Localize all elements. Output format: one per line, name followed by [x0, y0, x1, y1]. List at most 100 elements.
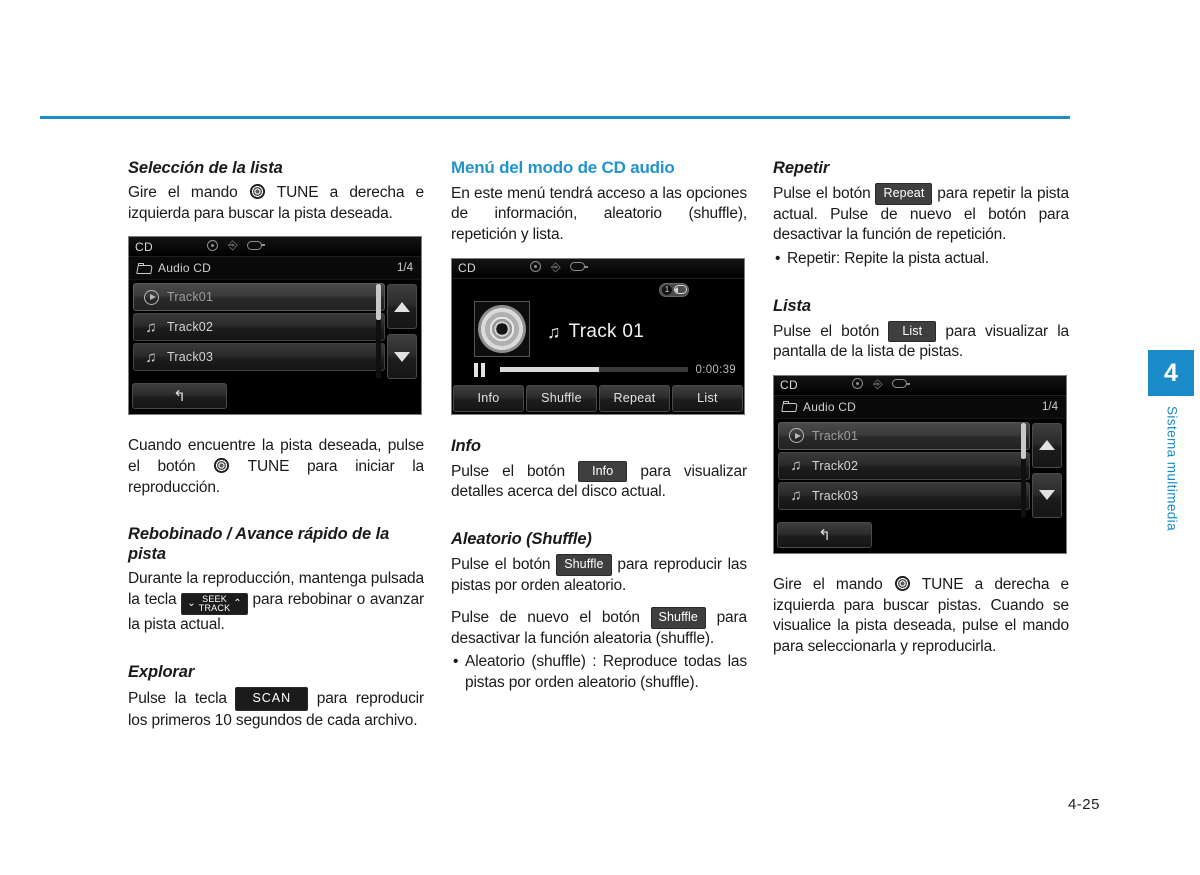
triangle-up-icon: [394, 301, 410, 312]
disc-icon: [530, 261, 541, 273]
status-icon-group: ⎆: [207, 238, 265, 253]
tune-knob-icon: [249, 184, 265, 200]
source-label: CD: [780, 378, 798, 393]
page-count: 1/4: [1042, 400, 1058, 413]
progress-bar[interactable]: [500, 367, 688, 373]
aux-icon: [246, 240, 265, 250]
heading-rebobinado-avance-rapido: Rebobinado / Avance rápido de la pista: [128, 525, 390, 564]
shuffle-button[interactable]: Shuffle: [526, 384, 597, 412]
scrollbar-thumb[interactable]: [1021, 422, 1026, 459]
triangle-up-icon: [1039, 440, 1055, 451]
heading-explorar: Explorar: [128, 663, 195, 682]
aux-icon: [569, 262, 588, 272]
text-fragment: Pulse el botón: [451, 556, 557, 574]
paragraph-tune-buscar-pistas: Gire el mando TUNE a derecha e izquierda…: [773, 575, 1069, 657]
now-playing: ♫ Track 01: [547, 321, 644, 343]
chapter-number: 4: [1148, 350, 1194, 396]
status-icon-group: ⎆: [530, 259, 588, 274]
folder-icon: [137, 262, 152, 274]
transport-row: 0:00:39: [452, 360, 744, 380]
list-key: List: [888, 320, 937, 343]
manual-page: Selección de la lista Gire el mando TUNE…: [0, 0, 1200, 875]
chapter-label: Sistema multimedia: [1164, 406, 1180, 531]
play-icon: [140, 289, 162, 305]
table-row[interactable]: Track01: [133, 283, 385, 312]
triangle-down-icon: [1039, 490, 1055, 501]
page-number: 4-25: [1067, 796, 1100, 813]
aux-icon: [891, 379, 910, 389]
repeat-count: 1: [662, 284, 672, 295]
usb-icon: ⎆: [551, 259, 561, 274]
table-row[interactable]: ♫ Track02: [133, 313, 385, 342]
screenshot-track-list-left: CD ⎆ Audio CD 1/4 Track01 ♫ Track02 ♫ Tr…: [128, 236, 422, 416]
seek-track-key: ⌄ SEEK TRACK ⌃: [181, 592, 248, 616]
progress-fill: [500, 367, 600, 373]
scrollbar[interactable]: [1021, 422, 1026, 517]
table-row[interactable]: ♫ Track03: [133, 343, 385, 372]
back-arrow-icon: ↰: [173, 388, 186, 406]
scrollbar[interactable]: [376, 284, 381, 379]
paragraph-info: Pulse el botón Info para visualizar deta…: [451, 460, 747, 503]
usb-icon: ⎆: [228, 238, 238, 253]
source-label: CD: [135, 239, 153, 254]
info-button[interactable]: Info: [453, 384, 524, 412]
paragraph-repeat: Pulse el botón Repeat para repetir la pi…: [773, 183, 1069, 246]
heading-menu-modo-cd-audio: Menú del modo de CD audio: [451, 158, 675, 177]
track-label: Track03: [812, 488, 859, 503]
scroll-up-button[interactable]: [387, 284, 417, 330]
chevron-up-icon: ⌃: [233, 598, 242, 610]
screen-footer: ↰: [129, 382, 421, 415]
shuffle-key: Shuffle: [556, 554, 612, 576]
track-label: TRACK: [198, 603, 231, 614]
cd-disc-icon: [478, 304, 526, 353]
play-icon: [785, 428, 807, 444]
track-label: Track01: [167, 290, 214, 305]
paragraph-shuffle-on: Pulse el botón Shuffle para reproducir l…: [451, 554, 747, 596]
text-fragment: Pulse la tecla: [128, 690, 236, 708]
elapsed-time: 0:00:39: [695, 363, 736, 376]
track-label: Track01: [812, 428, 859, 443]
folder-icon: [782, 401, 797, 412]
repeat-key: Repeat: [875, 183, 933, 205]
paragraph-pulse-tune-iniciar: Cuando encuentre la pista deseada, pulse…: [128, 436, 424, 498]
track-label: Track02: [167, 320, 214, 335]
scroll-up-button[interactable]: [1032, 422, 1062, 468]
repeat-button[interactable]: Repeat: [599, 384, 670, 412]
player-body: 1 ♫ Track 01 0:00:39: [452, 279, 744, 384]
pause-icon[interactable]: [474, 362, 486, 377]
screen-topbar: CD ⎆: [774, 375, 1066, 396]
scrollbar-thumb[interactable]: [376, 284, 381, 321]
table-row[interactable]: ♫ Track03: [778, 481, 1030, 510]
paragraph-shuffle-off: Pulse de nuevo el botón Shuffle para des…: [451, 607, 747, 649]
screenshot-cd-player: CD ⎆ 1 ♫ Track 01 0:00:39 Info Shuffle R…: [451, 257, 745, 415]
folder-label: Audio CD: [158, 261, 211, 276]
text-fragment: Pulse el botón: [773, 185, 876, 203]
screen-topbar: CD ⎆: [452, 258, 744, 279]
disc-icon: [207, 239, 218, 251]
text-fragment: Pulse el botón: [451, 462, 579, 480]
track-title: Track 01: [568, 320, 645, 342]
paragraph-seek-track: Durante la reproducción, mantenga pulsad…: [128, 569, 424, 636]
repeat-one-indicator-icon: 1: [659, 282, 689, 297]
list-item: Aleatorio (shuffle) : Reproduce todas la…: [451, 652, 747, 693]
chapter-tab: 4 Sistema multimedia: [1144, 350, 1200, 536]
back-button[interactable]: ↰: [777, 521, 872, 548]
info-key: Info: [578, 460, 628, 483]
scroll-down-button[interactable]: [387, 334, 417, 380]
screen-footer: ↰: [774, 520, 1066, 553]
heading-aleatorio-shuffle: Aleatorio (Shuffle): [451, 529, 592, 548]
column-left: Selección de la lista Gire el mando TUNE…: [128, 158, 424, 731]
triangle-down-icon: [394, 351, 410, 362]
column-right: Repetir Pulse el botón Repeat para repet…: [773, 158, 1069, 657]
table-row[interactable]: Track01: [778, 421, 1030, 450]
heading-repetir: Repetir: [773, 159, 830, 177]
table-row[interactable]: ♫ Track02: [778, 451, 1030, 480]
loop-icon: [674, 285, 687, 295]
scroll-down-button[interactable]: [1032, 472, 1062, 518]
list-button[interactable]: List: [672, 384, 743, 412]
back-button[interactable]: ↰: [132, 383, 227, 410]
heading-lista: Lista: [773, 296, 812, 315]
text-fragment: Gire el mando: [128, 184, 249, 202]
folder-breadcrumb-row: Audio CD 1/4: [129, 257, 421, 281]
tune-knob-icon: [894, 575, 910, 591]
